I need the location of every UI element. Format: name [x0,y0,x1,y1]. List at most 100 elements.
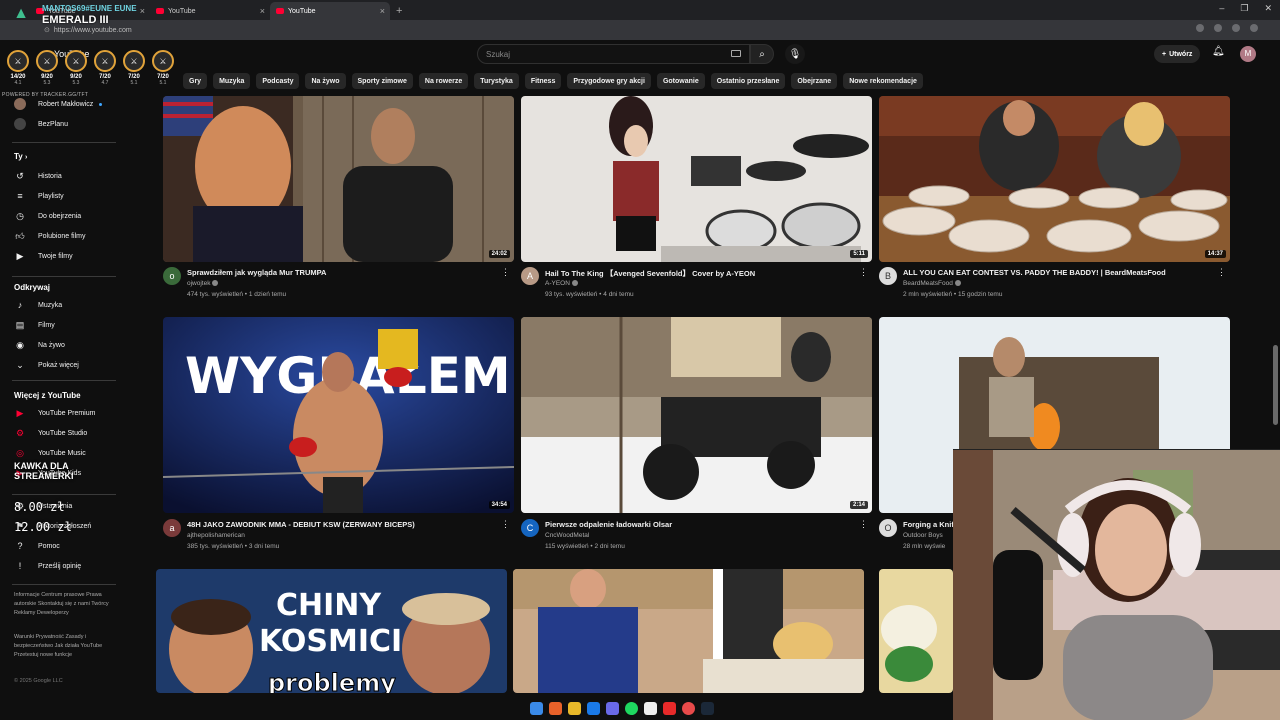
video-title[interactable]: 48H JAKO ZAWODNIK MMA - DEBIUT KSW (ZERW… [187,520,497,529]
new-tab-button[interactable]: + [396,5,402,17]
help-icon: ? [17,541,23,551]
channel-name-text: ojwojtek [187,280,211,287]
filter-chip[interactable]: Podcasty [256,73,300,89]
video-title[interactable]: Sprawdziłem jak wygląda Mur TRUMPA [187,268,497,277]
channel-name[interactable]: ojwojtek [187,280,219,287]
filter-chip[interactable]: Nowe rekomendacje [843,73,923,89]
app-icon[interactable] [663,701,676,715]
filter-chip[interactable]: Turystyka [474,73,519,89]
overlay-ratio: 4.7 [101,80,109,86]
chrome-icon[interactable] [682,701,695,715]
divider [12,276,116,277]
filter-chip[interactable]: Muzyka [213,73,251,89]
more-options-icon[interactable]: ⋮ [859,519,868,530]
channel-name[interactable]: CncWoodMetal [545,532,589,539]
url-text[interactable]: https://www.youtube.com [54,27,132,34]
channel-avatar[interactable]: B [879,267,897,285]
channel-name[interactable]: BeardMeatsFood [903,280,961,287]
browser-toolbar-icons [1196,24,1258,32]
account-avatar[interactable]: M [1240,46,1256,62]
profile-icon[interactable] [1232,24,1240,32]
video-thumbnail[interactable]: 5:11 [521,96,872,262]
video-title[interactable]: Pierwsze odpalenie ładowarki Olsar [545,520,855,529]
site-info-icon[interactable]: ⊙ [44,26,50,34]
search-button[interactable]: ⌕ [750,44,774,64]
channel-avatar[interactable]: a [163,519,181,537]
sidebar: Robert Makłowicz BezPlanu Ty › ↺ Historia… [0,96,118,696]
footer-links-2[interactable]: Warunki Prywatność Zasady i bezpieczeńst… [14,633,114,660]
tab-label: YouTube [168,7,196,15]
channel-name[interactable]: Outdoor Boys [903,532,943,539]
video-thumbnail[interactable] [879,569,953,693]
spotify-icon[interactable] [625,701,638,715]
channel-name-text: CncWoodMetal [545,532,590,539]
create-label: Utwórz [1169,50,1193,58]
filter-chip[interactable]: Na rowerze [418,73,469,89]
keyboard-icon[interactable] [731,50,741,57]
create-button[interactable]: + Utwórz [1154,45,1201,63]
filter-chip[interactable]: Na żywo [305,73,346,89]
channel-avatar[interactable]: A [521,267,539,285]
sidebar-item-label: Polubione filmy [38,232,86,240]
video-card[interactable] [879,569,953,693]
channel-avatar[interactable]: C [521,519,539,537]
voice-search-button[interactable]: 🎙︎ [785,44,805,64]
more-options-icon[interactable]: ⋮ [501,267,510,278]
bookmark-icon[interactable] [1214,24,1222,32]
channel-name-text: A-YEON [545,280,570,287]
firefox-icon[interactable] [549,701,562,715]
start-menu-icon[interactable] [530,701,543,715]
close-icon[interactable]: × [380,6,385,16]
filter-chip[interactable]: Gotowanie [656,73,705,89]
overlay-stat: ⚔ 7/20 5.1 [151,50,175,86]
more-options-icon[interactable]: ⋮ [501,519,510,530]
more-options-icon[interactable]: ⋮ [1217,267,1226,278]
page-scrollbar[interactable] [1273,345,1278,425]
menu-icon[interactable] [1250,24,1258,32]
edge-icon[interactable] [587,701,600,715]
video-card[interactable] [513,569,864,693]
subscription-label: BezPlanu [38,120,68,128]
close-window-icon[interactable]: ✕ [1264,3,1272,14]
you-heading[interactable]: Ty › [14,152,27,161]
video-meta: 474 tys. wyświetleń • 1 dzień temu [187,291,287,298]
filter-chip[interactable]: Sporty zimowe [351,73,413,89]
video-thumbnail[interactable]: 24:02 [163,96,514,262]
file-explorer-icon[interactable] [568,701,581,715]
extension-icon[interactable] [1196,24,1204,32]
notifications-bell-icon[interactable]: 🔔︎ [1212,46,1225,57]
close-icon[interactable]: × [140,6,145,16]
filter-chip[interactable]: Fitness [524,73,562,89]
channel-name[interactable]: ajthepolishamerican [187,532,245,539]
sidebar-item-label: Muzyka [38,301,63,309]
video-title[interactable]: Hail To The King 【Avenged Sevenfold】 Cov… [545,268,855,279]
address-bar[interactable]: ⊙ https://www.youtube.com [0,20,1280,40]
more-options-icon[interactable]: ⋮ [859,267,868,278]
video-card[interactable]: CHINY KOSMICI problemy [156,569,507,693]
filter-chip[interactable]: Obejrzane [791,73,838,89]
minimize-icon[interactable]: – [1219,3,1224,14]
sidebar-item-label: Historia [38,172,62,180]
filter-chip[interactable]: Ostatnio przesłane [710,73,786,89]
video-thumbnail[interactable] [513,569,864,693]
thumbnail-text: CHINY [276,588,382,623]
channel-avatar[interactable]: o [163,267,181,285]
browser-tab-active[interactable]: YouTube × [270,2,390,20]
video-thumbnail[interactable]: CHINY KOSMICI problemy [156,569,507,693]
notion-icon[interactable] [644,701,657,715]
channel-avatar[interactable]: O [879,519,897,537]
feedback-icon: ! [18,561,22,571]
search-input[interactable]: Szukaj [477,44,750,64]
sidebar-item-label: Pomoc [38,542,60,550]
maximize-icon[interactable]: ❐ [1240,3,1248,14]
browser-tab[interactable]: YouTube × [150,2,270,20]
discord-icon[interactable] [606,701,619,715]
steam-icon[interactable] [701,701,714,715]
channel-name[interactable]: A-YEON [545,280,578,287]
video-title[interactable]: ALL YOU CAN EAT CONTEST VS. PADDY THE BA… [903,268,1213,277]
filter-chip[interactable]: Gry [183,73,208,89]
video-thumbnail[interactable]: 14:37 [879,96,1230,262]
footer-links-1[interactable]: Informacje Centrum prasowe Prawa autorsk… [14,591,114,618]
filter-chip[interactable]: Przygodowe gry akcji [567,73,651,89]
close-icon[interactable]: × [260,6,265,16]
